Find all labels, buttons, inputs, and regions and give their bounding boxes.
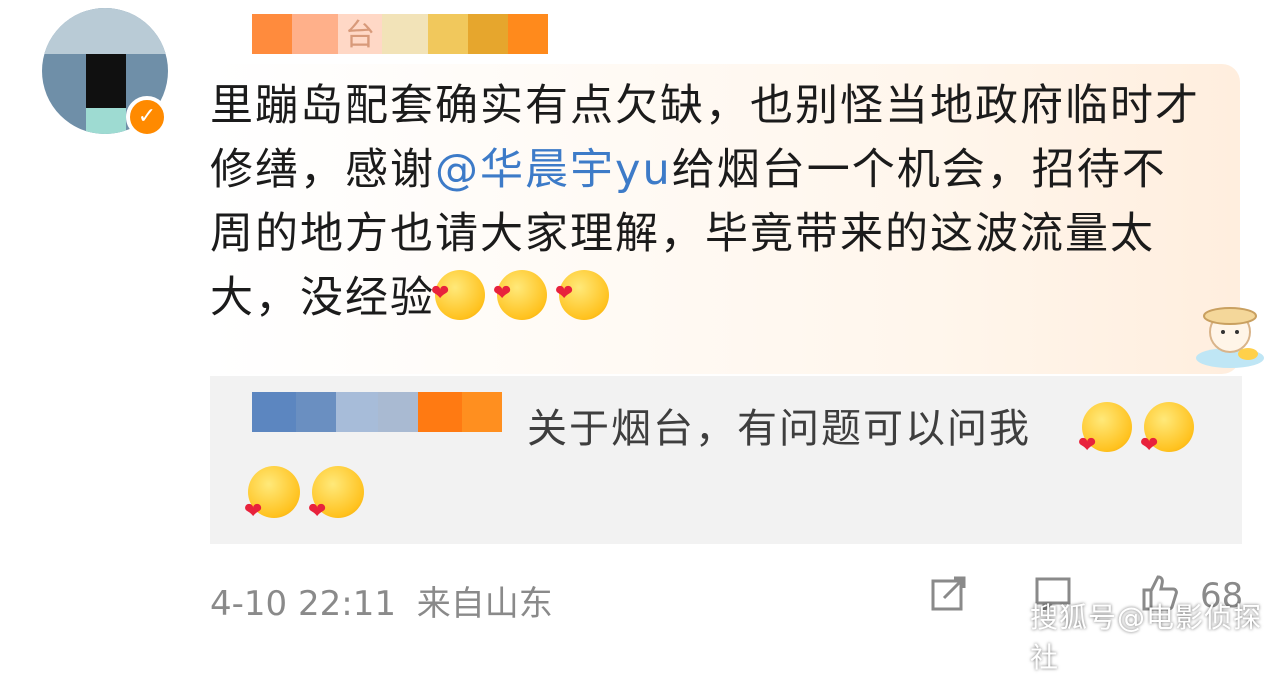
redacted-block — [296, 392, 336, 432]
redacted-block — [382, 14, 428, 54]
reply-text: 关于烟台，有问题可以问我 — [527, 406, 1031, 452]
redacted-block — [292, 14, 338, 54]
avatar-blur-dark — [86, 54, 126, 108]
author-name-visible-char: 台 — [338, 14, 382, 54]
redacted-block — [418, 392, 462, 432]
redacted-block — [252, 14, 292, 54]
avatar-blur-teal — [86, 108, 126, 134]
hug-emoji-icon — [431, 262, 485, 326]
redacted-block — [462, 392, 502, 432]
hug-emoji-icon — [1140, 402, 1194, 458]
hug-emoji-icon — [244, 466, 300, 524]
redacted-block — [252, 392, 296, 432]
watermark: 搜狐号@电影侦探社 — [1030, 601, 1263, 674]
hug-emoji-icon — [308, 466, 364, 524]
redacted-block — [468, 14, 508, 54]
post-meta: 4-10 22:11 来自山东 — [210, 576, 553, 625]
reply-author-name[interactable] — [252, 392, 502, 432]
reply-emojis — [244, 466, 376, 524]
redacted-block — [378, 392, 418, 432]
redacted-block — [508, 14, 548, 54]
mention-link[interactable]: @华晨宇yu — [435, 145, 672, 195]
repost-icon[interactable] — [930, 574, 968, 612]
source-location: 来自山东 — [416, 584, 553, 624]
comment-text: 里蹦岛配套确实有点欠缺，也别怪当地政府临时才修缮，感谢@华晨宇yu给烟台一个机会… — [210, 74, 1200, 330]
redacted-block — [428, 14, 468, 54]
verified-badge-icon: ✓ — [126, 96, 168, 138]
author-name[interactable]: 台 — [252, 14, 548, 54]
reply-inline-emojis — [1078, 402, 1206, 458]
hug-emoji-icon — [493, 262, 547, 326]
girl-sticker-icon — [1196, 307, 1264, 368]
timestamp: 4-10 22:11 — [210, 584, 396, 624]
hug-emoji-icon — [1078, 402, 1132, 458]
avatar-blur-top — [42, 8, 168, 54]
redacted-block — [336, 392, 378, 432]
hug-emoji-icon — [555, 262, 609, 326]
